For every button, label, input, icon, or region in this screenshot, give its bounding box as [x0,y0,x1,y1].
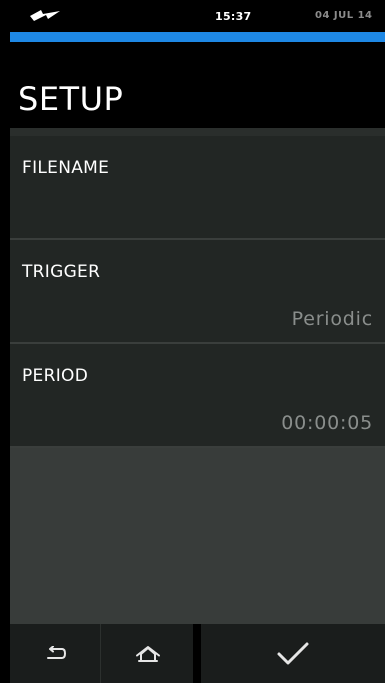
home-button[interactable] [100,624,194,683]
nav-separator [193,624,201,683]
settings-list: FILENAME TRIGGER Periodic PERIOD 00:00:0… [10,136,385,624]
home-icon [135,645,160,662]
clock-time: 15:37 [215,10,252,23]
setting-label-period: PERIOD [22,366,89,386]
setting-value-period: 00:00:05 [281,412,373,434]
device-screen: 15:37 04 JUL 14 SETUP FILENAME TRIGGER P… [0,0,385,683]
power-icon [30,10,60,21]
header-divider [10,128,385,136]
accent-bar [10,32,385,42]
page-title: SETUP [18,80,124,118]
checkmark-icon [277,642,309,664]
header: SETUP [10,42,385,128]
clock-date: 04 JUL 14 [315,10,373,21]
setting-value-trigger: Periodic [291,308,373,330]
setting-row-trigger[interactable]: TRIGGER Periodic [10,240,385,344]
back-arrow-icon [47,645,66,659]
setting-row-period[interactable]: PERIOD 00:00:05 [10,344,385,448]
status-bar: 15:37 04 JUL 14 [10,0,385,32]
confirm-button[interactable] [201,624,385,683]
setting-label-filename: FILENAME [22,158,110,178]
bottom-nav [10,624,385,683]
setting-label-trigger: TRIGGER [22,262,101,282]
setting-row-filename[interactable]: FILENAME [10,136,385,240]
back-button[interactable] [10,624,100,683]
